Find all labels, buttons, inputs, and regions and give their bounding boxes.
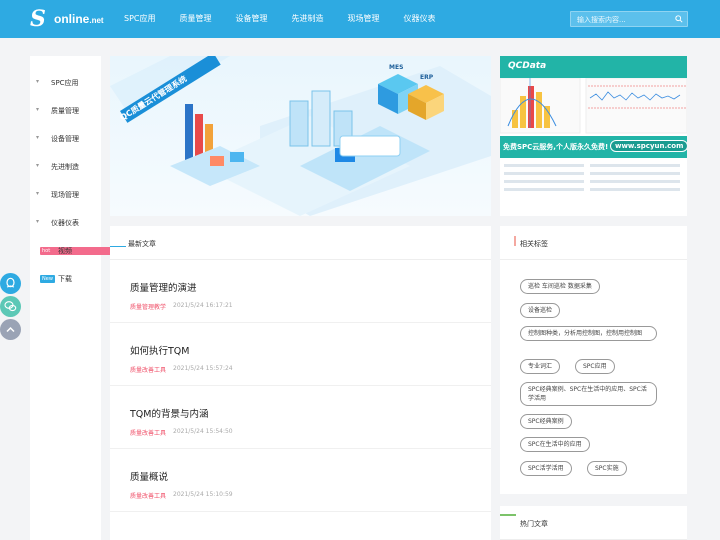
article-item[interactable]: 质量管理的演进 质量管理教学 2021/5/24 16:17:21 [110,260,491,323]
nav-item-spc[interactable]: SPC应用 [112,0,168,38]
tag-pill[interactable]: 设备巡检 [520,303,561,318]
new-badge: New [40,275,55,283]
search-icon[interactable] [675,15,683,23]
article-title[interactable]: 质量管理的演进 [130,280,197,294]
nav-item-equipment[interactable]: 设备管理 [224,0,280,38]
section-header: 相关标签 [500,226,687,260]
nav-item-advanced-manufacturing[interactable]: 先进制造 [280,0,336,38]
section-title: 最新文章 [128,240,156,248]
sidebar-item-spc[interactable]: ▾ SPC应用 [30,76,101,90]
sidebar-item-download[interactable]: New 下载 [30,272,101,286]
wechat-icon [4,301,17,312]
banner-illustration [110,56,491,216]
tag-pill[interactable]: SPC经典案例、SPC在生活中的应用、SPC活学活用 [520,382,657,406]
article-item[interactable]: 如何执行TQM 质量改善工具 2021/5/24 15:57:24 [110,323,491,386]
section-title: 热门文章 [520,520,548,528]
tag-pill[interactable]: SPC在生活中的应用 [520,437,590,452]
nav-item-quality[interactable]: 质量管理 [168,0,224,38]
sidebar-item-label: 设备管理 [51,135,79,143]
article-category[interactable]: 质量改善工具 [130,491,166,500]
article-item[interactable]: TQM的背景与内涵 质量改善工具 2021/5/24 15:54:50 [110,386,491,449]
chevron-down-icon: ▾ [36,78,40,85]
section-accent [500,514,516,516]
sidebar-item-quality[interactable]: ▾ 质量管理 [30,104,101,118]
article-timestamp: 2021/5/24 15:10:59 [173,491,233,498]
article-category[interactable]: 质量改善工具 [130,365,166,374]
sidebar-item-video[interactable]: hot 视频 [30,244,227,258]
wechat-contact-button[interactable] [0,296,21,317]
chevron-down-icon: ▾ [36,134,40,141]
latest-articles-panel: 最新文章 质量管理的演进 质量管理教学 2021/5/24 16:17:21 如… [110,226,491,540]
tag-pill[interactable]: 巡检 车间巡检 数据采集 [520,279,600,294]
tag-pill[interactable]: SPC经典案例 [520,414,572,429]
logo-mark: S [30,6,46,32]
sidebar-item-label: 质量管理 [51,107,79,115]
ad-promo-strip: 免费SPC云服务,个人版永久免费! www.spcyun.com [500,136,687,158]
tag-pill[interactable]: 控制图种类，分析用控制图，控制用控制图 [520,326,657,341]
ad-url[interactable]: www.spcyun.com [610,140,687,152]
tag-pill[interactable]: SPC实施 [587,461,627,476]
chevron-down-icon: ▾ [36,218,40,225]
hero-banner[interactable]: QC质量云代管理系统 MES ERP [110,56,491,216]
section-header: 热门文章 [500,506,687,540]
sidebar-item-label: 仪器仪表 [51,219,79,227]
article-title[interactable]: 如何执行TQM [130,343,189,357]
article-timestamp: 2021/5/24 16:17:21 [173,302,233,309]
section-accent [110,246,126,247]
search-input[interactable] [577,14,669,25]
sidebar-item-label: 下载 [58,275,72,283]
chevron-down-icon: ▾ [36,162,40,169]
section-accent [514,236,516,246]
top-nav-bar: S online.net SPC应用 质量管理 设备管理 先进制造 现场管理 仪… [0,0,720,38]
banner-erp-label: ERP [420,74,434,81]
qq-contact-button[interactable] [0,273,21,294]
sidebar-item-label: 视频 [58,247,72,255]
logo-text: online.net [54,12,104,26]
nav-item-instruments[interactable]: 仪器仪表 [392,0,448,38]
sidebar-item-label: SPC应用 [51,79,79,87]
article-title[interactable]: TQM的背景与内涵 [130,406,208,420]
article-title[interactable]: 质量概说 [130,469,168,483]
ad-brand: QCData [508,61,547,71]
section-title: 相关标签 [520,240,548,248]
article-timestamp: 2021/5/24 15:57:24 [173,365,233,372]
article-category[interactable]: 质量管理教学 [130,302,166,311]
sidebar-item-instruments[interactable]: ▾ 仪器仪表 [30,216,101,230]
qq-icon [6,277,15,288]
sidebar-item-advanced-manufacturing[interactable]: ▾ 先进制造 [30,160,101,174]
nav-item-site-management[interactable]: 现场管理 [336,0,392,38]
promo-ad[interactable]: QCData 免费SPC云服务,个人版永久免费! www.spcyun.com [500,56,687,216]
tag-pill[interactable]: SPC应用 [575,359,615,374]
chevron-down-icon: ▾ [36,190,40,197]
article-timestamp: 2021/5/24 15:54:50 [173,428,233,435]
related-tags-panel: 相关标签 巡检 车间巡检 数据采集 设备巡检 控制图种类，分析用控制图，控制用控… [500,226,687,494]
tag-pill[interactable]: SPC活学活用 [520,461,572,476]
article-item[interactable]: 质量概说 质量改善工具 2021/5/24 15:10:59 [110,449,491,512]
hot-articles-panel: 热门文章 [500,506,687,540]
ad-header: QCData [500,56,687,78]
chevron-down-icon: ▾ [36,106,40,113]
sidebar-item-label: 先进制造 [51,163,79,171]
back-to-top-button[interactable] [0,319,21,340]
chevron-up-icon [6,326,15,333]
sidebar-item-label: 现场管理 [51,191,79,199]
tag-pill[interactable]: 专业词汇 [520,359,561,374]
search-box [570,11,688,27]
ad-promo-text: 免费SPC云服务,个人版永久免费! [503,143,609,151]
sidebar-item-site-management[interactable]: ▾ 现场管理 [30,188,101,202]
sidebar-item-equipment[interactable]: ▾ 设备管理 [30,132,101,146]
section-header: 最新文章 [110,226,491,260]
site-logo[interactable]: S online.net [30,6,106,32]
category-sidebar: ▾ SPC应用 ▾ 质量管理 ▾ 设备管理 ▾ 先进制造 ▾ 现场管理 ▾ 仪器… [30,56,227,540]
banner-mes-label: MES [389,64,404,71]
main-nav: SPC应用 质量管理 设备管理 先进制造 现场管理 仪器仪表 [112,0,448,38]
article-category[interactable]: 质量改善工具 [130,428,166,437]
